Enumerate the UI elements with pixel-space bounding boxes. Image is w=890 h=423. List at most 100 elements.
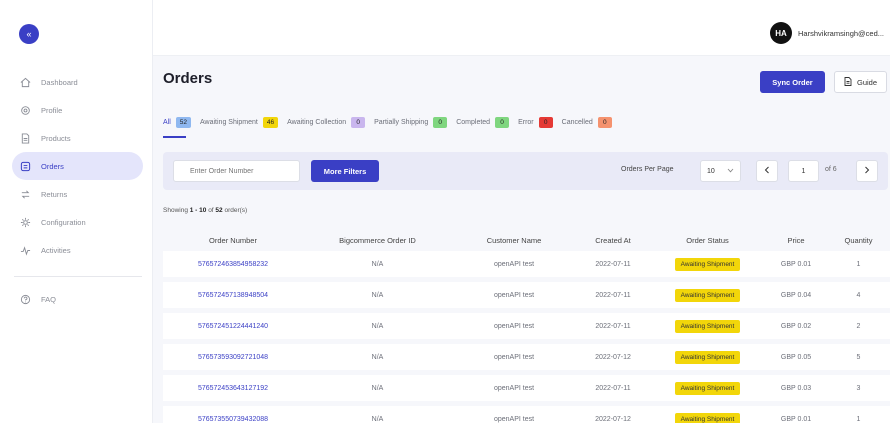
- gear-icon: [19, 104, 32, 117]
- tab-cancelled[interactable]: Cancelled 0: [562, 117, 612, 128]
- sidebar-item-orders[interactable]: Orders: [12, 152, 143, 180]
- table-row[interactable]: 576573593092721048 N/A openAPI test 2022-07…: [163, 344, 890, 370]
- status-badge: Awaiting Shipment: [674, 319, 741, 333]
- quantity: 2: [856, 322, 861, 330]
- customer-name: openAPI test: [493, 291, 535, 299]
- table-row[interactable]: 576572457138948504 N/A openAPI test 2022-07…: [163, 282, 890, 308]
- cog-icon: [19, 216, 32, 229]
- order-number-link[interactable]: 576572453643127192: [163, 385, 303, 392]
- quantity: 3: [856, 384, 861, 392]
- active-tab-indicator: [163, 136, 186, 138]
- tab-label: All: [163, 119, 171, 126]
- created-at: 2022-07-11: [595, 291, 631, 299]
- quantity: 1: [856, 260, 861, 268]
- order-number-link[interactable]: 576572457138948504: [163, 292, 303, 299]
- bigcommerce-order-id: N/A: [371, 322, 384, 330]
- tab-completed[interactable]: Completed 0: [456, 117, 510, 128]
- column-header[interactable]: Customer Name: [452, 236, 576, 245]
- column-header[interactable]: Order Number: [163, 236, 303, 245]
- sidebar-item-products[interactable]: Products: [0, 124, 143, 152]
- page-count: of 6: [825, 166, 837, 173]
- filter-bar: More Filters Orders Per Page 10 of 6: [163, 152, 888, 190]
- bigcommerce-order-id: N/A: [371, 291, 384, 299]
- bigcommerce-order-id: N/A: [371, 353, 384, 361]
- double-chevron-left-icon: «: [26, 29, 32, 39]
- tab-label: Error: [518, 119, 534, 126]
- count-badge: 46: [262, 117, 279, 128]
- status-tabs: All 52 Awaiting Shipment 46 Awaiting Col…: [163, 117, 621, 128]
- bigcommerce-order-id: N/A: [371, 384, 384, 392]
- table-row[interactable]: 576572463854958232 N/A openAPI test 2022-07…: [163, 251, 890, 277]
- sidebar-item-profile[interactable]: Profile: [0, 96, 143, 124]
- chevron-right-icon: [864, 166, 870, 176]
- table-row[interactable]: 576572453643127192 N/A openAPI test 2022-07…: [163, 375, 890, 401]
- order-status: Awaiting Shipment: [650, 381, 765, 395]
- order-number-link[interactable]: 576572451224441240: [163, 323, 303, 330]
- sidebar-item-label: Returns: [41, 189, 68, 199]
- showing-prefix: Showing: [163, 207, 188, 214]
- tab-label: Partially Shipping: [374, 119, 429, 126]
- quantity: 5: [856, 353, 861, 361]
- tab-partially-shipping[interactable]: Partially Shipping 0: [374, 117, 448, 128]
- tab-error[interactable]: Error 0: [518, 117, 553, 128]
- page-number-input[interactable]: [788, 160, 819, 182]
- column-header[interactable]: Price: [765, 236, 827, 245]
- order-status: Awaiting Shipment: [650, 288, 765, 302]
- sync-order-button[interactable]: Sync Order: [760, 71, 825, 93]
- tab-awaiting-collection[interactable]: Awaiting Collection 0: [287, 117, 366, 128]
- table-row[interactable]: 576573550739432088 N/A openAPI test 2022-07…: [163, 406, 890, 423]
- order-number-search-input[interactable]: [173, 160, 300, 182]
- column-header[interactable]: Order Status: [650, 236, 765, 245]
- order-number-link[interactable]: 576573593092721048: [163, 354, 303, 361]
- tab-label: Cancelled: [561, 119, 593, 126]
- order-number-link[interactable]: 576572463854958232: [163, 261, 303, 268]
- quantity: 1: [856, 415, 861, 423]
- per-page-select[interactable]: 10: [700, 160, 741, 182]
- sidebar-item-activities[interactable]: Activities: [0, 236, 143, 264]
- count-badge: 0: [351, 117, 366, 128]
- column-header[interactable]: Created At: [576, 236, 650, 245]
- bigcommerce-order-id: N/A: [371, 415, 384, 423]
- price: GBP 0.05: [780, 353, 812, 361]
- price: GBP 0.01: [780, 260, 812, 268]
- user-name: Harshvikramsingh@ced...: [798, 28, 884, 38]
- sidebar: « Dashboard Profile Products Orders Retu…: [0, 0, 153, 423]
- sidebar-item-faq[interactable]: FAQ: [0, 285, 143, 313]
- sidebar-item-dashboard[interactable]: Dashboard: [0, 68, 143, 96]
- home-icon: [19, 76, 32, 89]
- activity-icon: [19, 244, 32, 257]
- returns-icon: [19, 188, 32, 201]
- more-filters-button[interactable]: More Filters: [311, 160, 379, 182]
- next-page-button[interactable]: [856, 160, 878, 182]
- price: GBP 0.01: [780, 415, 812, 423]
- table-row[interactable]: 576572451224441240 N/A openAPI test 2022-07…: [163, 313, 890, 339]
- count-badge: 0: [597, 117, 612, 128]
- help-circle-icon: [19, 293, 32, 306]
- collapse-sidebar-button[interactable]: «: [19, 24, 39, 44]
- tab-awaiting-shipment[interactable]: Awaiting Shipment 46: [200, 117, 279, 128]
- sidebar-nav: Dashboard Profile Products Orders Return…: [0, 68, 153, 264]
- user-menu[interactable]: HA Harshvikramsingh@ced...: [770, 22, 884, 44]
- table-body: 576572463854958232 N/A openAPI test 2022-07…: [163, 251, 890, 423]
- table-header: Order Number Bigcommerce Order ID Custom…: [163, 229, 890, 251]
- chevron-left-icon: [764, 166, 770, 176]
- column-header[interactable]: Bigcommerce Order ID: [303, 236, 452, 245]
- column-header[interactable]: Quantity: [827, 236, 890, 245]
- order-number-link[interactable]: 576573550739432088: [163, 416, 303, 423]
- file-icon: [19, 132, 32, 145]
- price: GBP 0.02: [780, 322, 812, 330]
- guide-label: Guide: [856, 77, 877, 87]
- sidebar-item-label: Dashboard: [41, 77, 78, 87]
- order-status: Awaiting Shipment: [650, 319, 765, 333]
- tab-label: Completed: [456, 119, 491, 126]
- tab-all[interactable]: All 52: [163, 117, 192, 128]
- sidebar-item-configuration[interactable]: Configuration: [0, 208, 143, 236]
- previous-page-button[interactable]: [756, 160, 778, 182]
- sidebar-item-returns[interactable]: Returns: [0, 180, 143, 208]
- count-badge: 0: [495, 117, 510, 128]
- order-status: Awaiting Shipment: [650, 350, 765, 364]
- quantity: 4: [856, 291, 861, 299]
- guide-button[interactable]: Guide: [834, 71, 887, 93]
- orders-icon: [19, 160, 32, 173]
- created-at: 2022-07-11: [595, 260, 631, 268]
